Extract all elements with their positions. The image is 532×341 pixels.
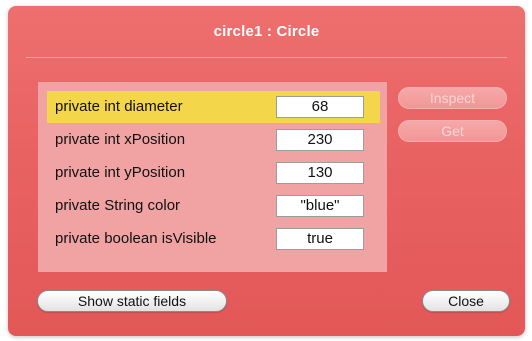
object-inspector-window: circle1 : Circle private int diameter 68… [8, 6, 525, 336]
field-value: true [276, 228, 364, 250]
field-row-color[interactable]: private String color "blue" [47, 190, 380, 222]
field-value: 130 [276, 162, 364, 184]
field-label: private int diameter [55, 98, 183, 115]
field-value: 230 [276, 129, 364, 151]
field-row-yposition[interactable]: private int yPosition 130 [47, 157, 380, 189]
close-button[interactable]: Close [422, 290, 510, 312]
show-static-fields-button[interactable]: Show static fields [37, 290, 227, 312]
field-row-xposition[interactable]: private int xPosition 230 [47, 124, 380, 156]
inspect-button[interactable]: Inspect [398, 87, 507, 109]
field-label: private String color [55, 197, 181, 214]
field-label: private int xPosition [55, 131, 186, 148]
fields-panel: private int diameter 68 private int xPos… [38, 82, 387, 272]
title-divider [26, 57, 507, 58]
get-button[interactable]: Get [398, 120, 507, 142]
field-label: private int yPosition [55, 164, 186, 181]
field-row-isvisible[interactable]: private boolean isVisible true [47, 223, 380, 255]
window-title: circle1 : Circle [213, 23, 320, 40]
field-value: "blue" [276, 195, 364, 217]
field-value: 68 [276, 96, 364, 118]
field-row-diameter[interactable]: private int diameter 68 [47, 91, 380, 123]
field-label: private boolean isVisible [55, 230, 217, 247]
